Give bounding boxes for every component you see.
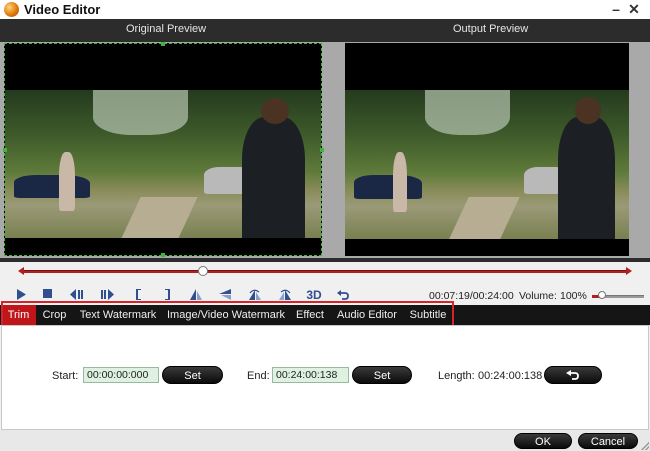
prev-frame-icon bbox=[70, 289, 83, 300]
tab-crop[interactable]: Crop bbox=[36, 305, 73, 325]
next-frame-icon bbox=[101, 289, 114, 300]
resize-grip[interactable] bbox=[641, 442, 649, 450]
editor-tabs: Trim Crop Text Watermark Image/Video Wat… bbox=[0, 305, 650, 325]
play-button[interactable] bbox=[12, 287, 30, 303]
start-label: Start: bbox=[52, 370, 79, 382]
crop-handle-bottom[interactable] bbox=[161, 253, 165, 257]
tab-effect[interactable]: Effect bbox=[290, 305, 330, 325]
playback-controls: 3D 00:07:19/00:24:00 Volume: 100% bbox=[0, 285, 650, 305]
stop-button[interactable] bbox=[38, 287, 56, 303]
trim-start-marker[interactable] bbox=[18, 267, 24, 275]
volume-value: 100% bbox=[560, 290, 587, 302]
mark-out-button[interactable] bbox=[158, 287, 176, 303]
mark-out-icon bbox=[165, 289, 170, 300]
reset-trim-button[interactable] bbox=[544, 366, 602, 384]
flip-vertical-button[interactable] bbox=[187, 287, 205, 303]
output-preview-label: Output Preview bbox=[453, 23, 529, 35]
timeline[interactable] bbox=[0, 262, 650, 285]
flip-horizontal-icon bbox=[219, 289, 231, 300]
crop-handle-left[interactable] bbox=[3, 148, 7, 152]
set-end-button[interactable]: Set bbox=[352, 366, 412, 384]
mark-in-icon bbox=[136, 289, 141, 300]
tab-image-video-watermark[interactable]: Image/Video Watermark bbox=[164, 305, 288, 325]
dialog-footer: OK Cancel bbox=[0, 430, 650, 451]
undo-icon bbox=[337, 290, 349, 300]
play-icon bbox=[17, 289, 26, 300]
crop-handle-top[interactable] bbox=[161, 42, 165, 46]
trim-end-marker[interactable] bbox=[626, 267, 632, 275]
tab-audio-editor[interactable]: Audio Editor bbox=[332, 305, 402, 325]
cancel-button[interactable]: Cancel bbox=[578, 433, 638, 449]
length-label: Length: bbox=[438, 370, 475, 382]
output-video-frame bbox=[345, 43, 629, 256]
flip-horizontal-button[interactable] bbox=[216, 287, 234, 303]
original-preview-label: Original Preview bbox=[126, 23, 207, 35]
rotate-left-icon bbox=[249, 289, 261, 300]
start-time-input[interactable] bbox=[83, 367, 159, 383]
stop-icon bbox=[42, 289, 52, 298]
video-scene bbox=[5, 90, 321, 239]
undo-button[interactable] bbox=[334, 287, 352, 303]
length-value: 00:24:00:138 bbox=[478, 370, 543, 382]
next-frame-button[interactable] bbox=[98, 287, 116, 303]
original-video-frame[interactable] bbox=[4, 43, 322, 256]
crop-handle-right[interactable] bbox=[320, 148, 324, 152]
timeline-track[interactable] bbox=[22, 270, 628, 273]
rotate-right-button[interactable] bbox=[276, 287, 294, 303]
3d-button[interactable]: 3D bbox=[303, 287, 325, 303]
window-title: Video Editor bbox=[24, 2, 101, 17]
app-logo-icon bbox=[4, 2, 19, 17]
set-start-button[interactable]: Set bbox=[162, 366, 223, 384]
rotate-right-icon bbox=[279, 289, 291, 300]
ok-button[interactable]: OK bbox=[514, 433, 572, 449]
time-readout: 00:07:19/00:24:00 bbox=[429, 290, 514, 302]
flip-vertical-icon bbox=[190, 289, 202, 300]
undo-icon bbox=[566, 370, 579, 380]
tab-subtitle[interactable]: Subtitle bbox=[405, 305, 451, 325]
tab-trim[interactable]: Trim bbox=[1, 305, 36, 325]
tab-text-watermark[interactable]: Text Watermark bbox=[74, 305, 162, 325]
end-time-input[interactable] bbox=[272, 367, 349, 383]
video-scene bbox=[345, 89, 629, 239]
playhead-knob[interactable] bbox=[197, 266, 208, 276]
minimize-button[interactable]: – bbox=[608, 1, 624, 17]
rotate-left-button[interactable] bbox=[246, 287, 264, 303]
trim-panel: Start: Set End: Set Length: 00:24:00:138 bbox=[1, 325, 649, 430]
close-button[interactable]: ✕ bbox=[626, 1, 642, 17]
title-bar: Video Editor – ✕ bbox=[0, 0, 650, 19]
end-label: End: bbox=[247, 370, 270, 382]
volume-label: Volume: bbox=[519, 290, 557, 302]
mark-in-button[interactable] bbox=[130, 287, 148, 303]
prev-frame-button[interactable] bbox=[68, 287, 86, 303]
